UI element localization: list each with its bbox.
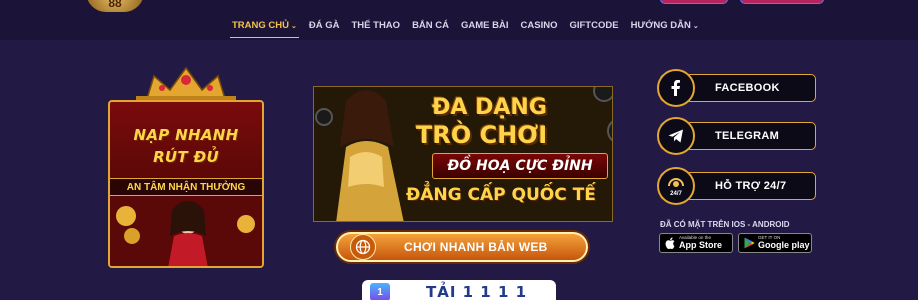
nav-item-guide[interactable]: HƯỚNG DẪN ⌄ — [625, 20, 705, 36]
logo-text: 88 — [108, 0, 122, 10]
support-24-7-icon: 24/7 — [657, 167, 695, 205]
support-label: HỖ TRỢ 24/7 — [715, 180, 787, 192]
play-web-button[interactable]: CHƠI NHANH BẢN WEB — [336, 232, 588, 262]
app-store-button[interactable]: Available on the App Store — [659, 233, 733, 253]
telegram-icon — [657, 117, 695, 155]
login-button[interactable] — [660, 0, 728, 4]
promo-subtitle: AN TÂM NHẬN THƯỞNG — [110, 178, 262, 196]
support-button[interactable]: 24/7 HỖ TRỢ 24/7 — [657, 167, 816, 205]
nav-label: GIFTCODE — [569, 20, 619, 31]
banner-ribbon: ĐỒ HOẠ CỰC ĐỈNH — [432, 153, 608, 179]
globe-icon — [350, 234, 376, 260]
available-on-text: ĐÃ CÓ MẶT TRÊN IOS - ANDROID — [660, 220, 790, 229]
chevron-down-icon: ⌄ — [692, 23, 699, 30]
top-navigation-bar: 88 TRANG CHỦ ⌄ ĐÁ GÀ THỂ THAO BẮN CÁ GAME… — [0, 0, 918, 40]
telegram-button[interactable]: TELEGRAM — [657, 117, 816, 155]
download-app-banner[interactable]: 1 TẢI 1 1 1 1 — [362, 280, 556, 300]
nav-item-fishing[interactable]: BẮN CÁ — [406, 20, 455, 36]
nav-item-card-games[interactable]: GAME BÀI — [455, 20, 515, 36]
nav-label: BẮN CÁ — [412, 20, 450, 31]
nav-label: THỂ THAO — [351, 20, 401, 31]
banner-title-line-1: ĐA DẠNG — [432, 95, 547, 120]
nav-item-casino[interactable]: CASINO — [515, 20, 564, 36]
facebook-button[interactable]: FACEBOOK — [657, 69, 816, 107]
google-play-label: Google play — [758, 239, 810, 250]
chevron-down-icon: ⌄ — [291, 23, 297, 30]
facebook-icon — [657, 69, 695, 107]
banner-title-line-3: ĐẲNG CẤP QUỐC TẾ — [406, 185, 596, 205]
apple-icon — [664, 237, 676, 249]
telegram-label: TELEGRAM — [715, 130, 780, 142]
google-play-button[interactable]: GET IT ON Google play — [738, 233, 812, 253]
nav-label: HƯỚNG DẪN — [630, 20, 691, 31]
nav-label: TRANG CHỦ — [232, 20, 289, 31]
crown-icon — [136, 66, 236, 104]
google-play-icon — [743, 237, 755, 249]
app-store-label: App Store — [679, 239, 723, 250]
promo-title-line-1: NẠP NHANH — [133, 126, 239, 144]
hero-banner[interactable]: ĐA DẠNG TRÒ CHƠI ĐỒ HOẠ CỰC ĐỈNH ĐẲNG CẤ… — [313, 86, 613, 222]
main-nav: TRANG CHỦ ⌄ ĐÁ GÀ THỂ THAO BẮN CÁ GAME BÀ… — [226, 20, 705, 38]
app-badge-icon: 1 — [370, 283, 390, 300]
promo-model-image — [110, 196, 262, 266]
nav-item-sports[interactable]: THỂ THAO — [346, 20, 407, 36]
facebook-label: FACEBOOK — [715, 82, 780, 94]
banner-title-line-2: TRÒ CHƠI — [416, 121, 548, 149]
nav-item-home[interactable]: TRANG CHỦ ⌄ — [226, 20, 303, 38]
nav-label: CASINO — [520, 20, 558, 31]
nav-item-cockfighting[interactable]: ĐÁ GÀ — [303, 20, 346, 36]
promo-title-line-2: RÚT ĐỦ — [153, 148, 219, 166]
promo-card[interactable]: NẠP NHANH RÚT ĐỦ AN TÂM NHẬN THƯỞNG — [108, 100, 264, 268]
nav-label: ĐÁ GÀ — [308, 20, 340, 31]
nav-item-giftcode[interactable]: GIFTCODE — [563, 20, 624, 36]
support-icon-text: 24/7 — [670, 191, 682, 197]
site-logo[interactable]: 88 — [86, 0, 144, 12]
register-button[interactable] — [740, 0, 824, 4]
nav-label: GAME BÀI — [461, 20, 509, 31]
play-web-label: CHƠI NHANH BẢN WEB — [404, 240, 548, 254]
download-text: TẢI 1 1 1 1 — [426, 283, 528, 300]
